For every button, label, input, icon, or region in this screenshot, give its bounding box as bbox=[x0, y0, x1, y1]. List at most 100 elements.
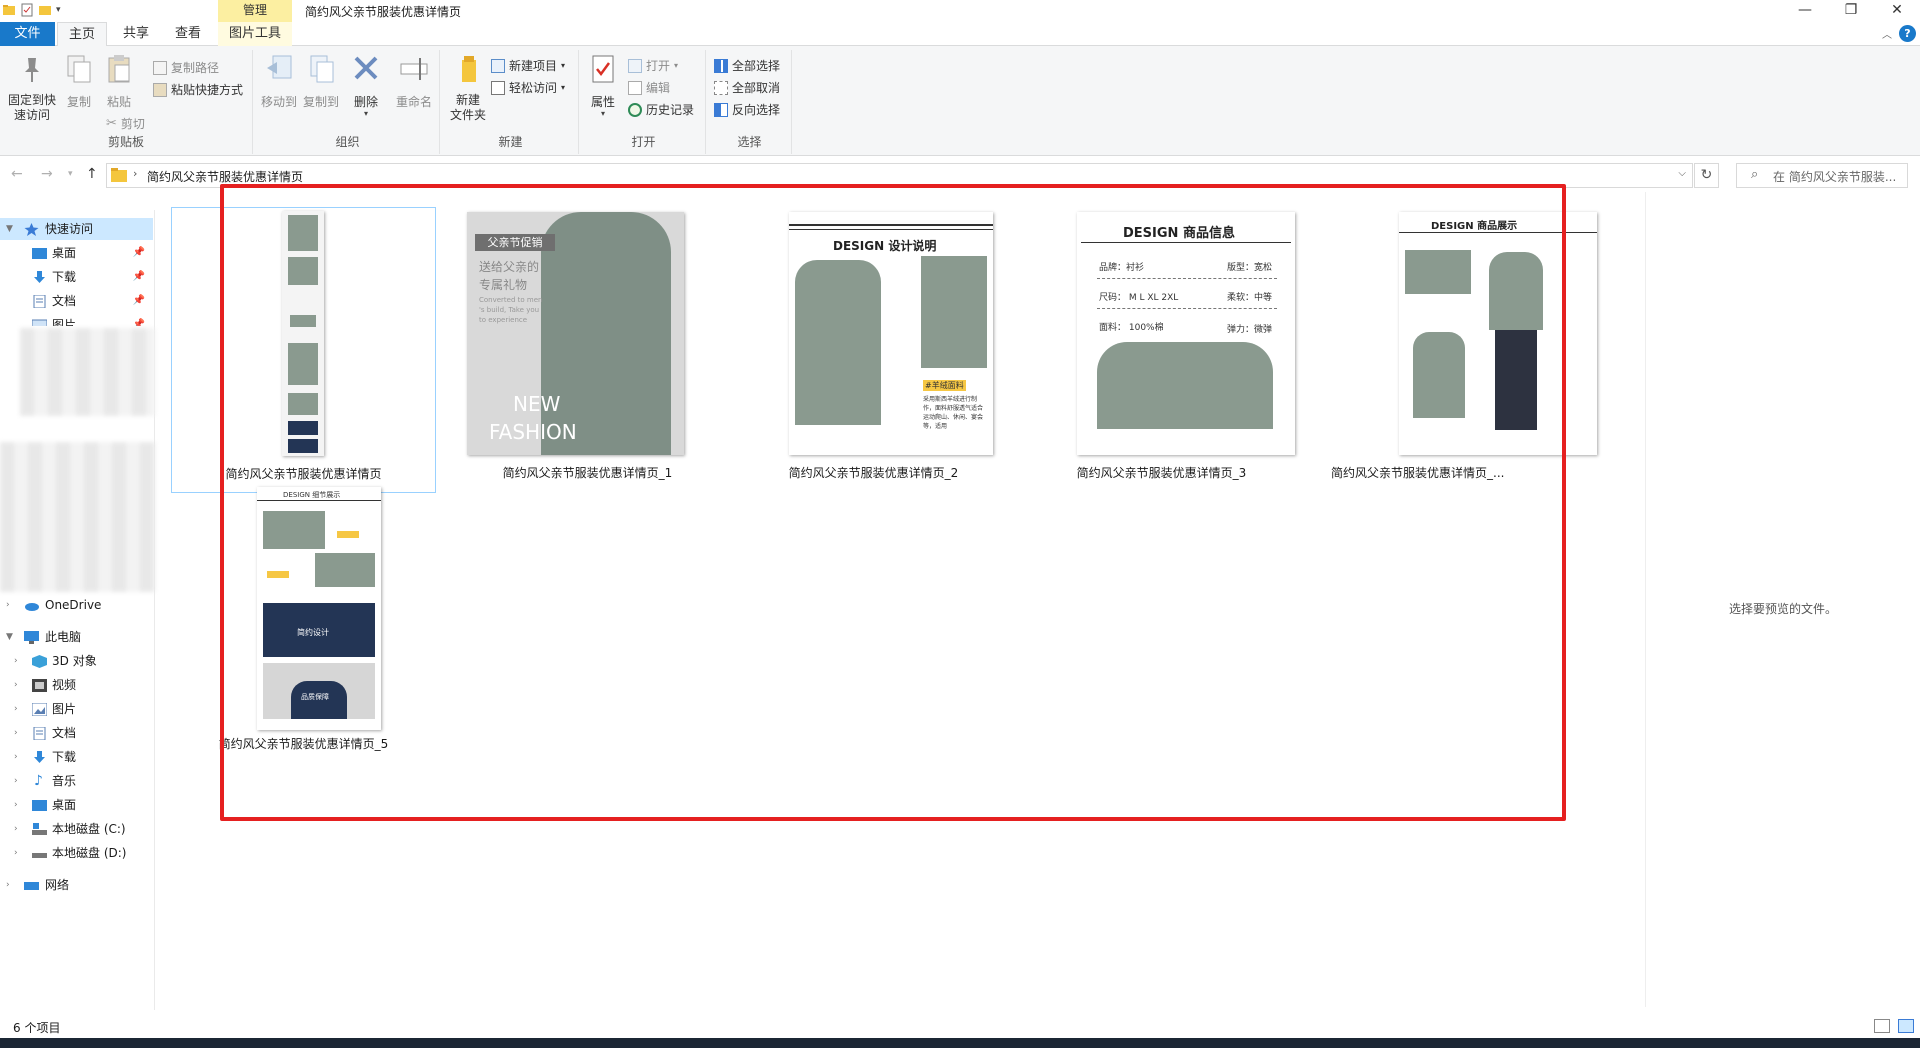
maximize-button[interactable]: ❐ bbox=[1828, 0, 1874, 22]
expand-chevron-icon[interactable]: › bbox=[14, 818, 18, 840]
file-item[interactable]: DESIGN 商品展示 简约风父亲节服装优惠详情页_... bbox=[1331, 207, 1597, 493]
nav-onedrive[interactable]: › OneDrive bbox=[0, 594, 153, 616]
pin-icon[interactable]: 📌 bbox=[133, 266, 145, 288]
expand-chevron-icon[interactable]: › bbox=[14, 674, 18, 696]
delete-button[interactable]: 删除 ▾ bbox=[350, 52, 382, 118]
select-all-button[interactable]: 全部选择 bbox=[714, 56, 780, 76]
new-item-button[interactable]: 新建项目 ▾ bbox=[491, 56, 565, 76]
easy-access-button[interactable]: 轻松访问 ▾ bbox=[491, 78, 565, 98]
nav-videos[interactable]: › 视频 bbox=[0, 674, 153, 696]
paste-shortcut-button[interactable]: 粘贴快捷方式 bbox=[153, 80, 243, 100]
back-arrow-icon[interactable]: ← bbox=[11, 166, 23, 182]
expand-chevron-icon[interactable]: › bbox=[6, 594, 10, 616]
address-history-chevron-icon[interactable]: ⌵ bbox=[1678, 168, 1686, 179]
open-group-label: 打开 bbox=[631, 135, 656, 149]
invert-selection-button[interactable]: 反向选择 bbox=[714, 100, 780, 120]
file-item[interactable]: DESIGN 设计说明 #羊绒面料 采用斯西羊绒进行制 作，面料舒服透气适合 运… bbox=[741, 207, 1006, 493]
tab-share[interactable]: 共享 bbox=[112, 22, 160, 46]
nav-desktop-label: 桌面 bbox=[52, 246, 77, 260]
collapse-ribbon-chevron-icon[interactable]: ︿ bbox=[1882, 26, 1892, 41]
expand-chevron-icon[interactable]: › bbox=[6, 874, 10, 896]
expand-chevron-icon[interactable]: › bbox=[14, 650, 18, 672]
easy-access-dropdown-chevron-icon[interactable]: ▾ bbox=[561, 78, 565, 98]
delete-dropdown-chevron-icon[interactable]: ▾ bbox=[350, 110, 382, 118]
thumb-shirt bbox=[263, 511, 325, 549]
expand-chevron-icon[interactable]: › bbox=[14, 842, 18, 864]
thumb-caption: DESIGN 细节展示 bbox=[283, 491, 341, 499]
breadcrumb-current-folder[interactable]: 简约风父亲节服装优惠详情页 bbox=[147, 168, 303, 185]
file-item[interactable]: DESIGN 商品信息 品牌：衬衫 版型：宽松 尺码： M L XL 2XL 柔… bbox=[1029, 207, 1295, 493]
tab-file[interactable]: 文件 bbox=[0, 22, 55, 46]
history-button[interactable]: 历史记录 bbox=[628, 100, 694, 120]
nav-3d-objects[interactable]: › 3D 对象 bbox=[0, 650, 153, 672]
nav-music[interactable]: › ♪ 音乐 bbox=[0, 770, 153, 792]
pin-icon[interactable]: 📌 bbox=[133, 290, 145, 312]
nav-desktop[interactable]: 桌面 📌 bbox=[0, 242, 153, 264]
nav-network[interactable]: › 网络 bbox=[0, 874, 153, 896]
rename-button[interactable]: 重命名 bbox=[394, 52, 434, 110]
file-item[interactable]: 父亲节促销 送给父亲的 专属礼物 Converted to men 's bui… bbox=[455, 207, 720, 493]
tab-view[interactable]: 查看 bbox=[164, 22, 212, 46]
nav-documents-pc[interactable]: › 文档 bbox=[0, 722, 153, 744]
pin-to-quick-access-button[interactable]: 固定到快 速访问 bbox=[4, 52, 60, 123]
up-arrow-icon[interactable]: ↑ bbox=[86, 166, 98, 182]
expand-chevron-icon[interactable]: › bbox=[14, 770, 18, 792]
expand-chevron-icon[interactable]: ▼ bbox=[6, 218, 13, 240]
open-dropdown-chevron-icon[interactable]: ▾ bbox=[674, 56, 678, 76]
minimize-button[interactable]: — bbox=[1782, 0, 1828, 22]
nav-quick-access[interactable]: ▼ 快速访问 bbox=[0, 218, 153, 240]
expand-chevron-icon[interactable]: › bbox=[14, 794, 18, 816]
expand-chevron-icon[interactable]: ▼ bbox=[6, 626, 13, 648]
paste-button[interactable]: 粘贴 bbox=[102, 52, 136, 110]
new-folder-icon[interactable] bbox=[38, 3, 52, 17]
desktop-icon bbox=[32, 800, 47, 811]
pin-icon[interactable]: 📌 bbox=[133, 314, 145, 326]
manage-context-tab[interactable]: 管理 bbox=[218, 0, 292, 22]
customize-qat-chevron-icon[interactable]: ▾ bbox=[56, 5, 61, 15]
nav-downloads-pc[interactable]: › 下载 bbox=[0, 746, 153, 768]
tab-home[interactable]: 主页 bbox=[57, 22, 107, 47]
properties-icon[interactable] bbox=[20, 3, 34, 17]
large-icons-view-icon[interactable] bbox=[1898, 1019, 1914, 1033]
close-button[interactable]: ✕ bbox=[1874, 0, 1920, 22]
pin-icon[interactable]: 📌 bbox=[133, 242, 145, 264]
cut-button[interactable]: ✂ 剪切 bbox=[106, 114, 145, 134]
file-item[interactable]: DESIGN 细节展示 简约设计 品质保障 简约风父亲节服装优惠详情页_5 bbox=[171, 486, 436, 772]
open-button[interactable]: 打开 ▾ bbox=[628, 56, 678, 76]
edit-button[interactable]: 编辑 bbox=[628, 78, 670, 98]
quick-access-toolbar: ▾ bbox=[2, 3, 61, 17]
new-item-dropdown-chevron-icon[interactable]: ▾ bbox=[561, 56, 565, 76]
tab-picture-tools[interactable]: 图片工具 bbox=[218, 22, 292, 46]
details-view-icon[interactable] bbox=[1874, 1019, 1890, 1033]
move-to-button[interactable]: 移动到 bbox=[260, 52, 298, 110]
open-icon bbox=[628, 59, 642, 73]
thumb-caption: 送给父亲的 bbox=[479, 260, 540, 274]
nav-quick-access-label: 快速访问 bbox=[45, 222, 94, 236]
nav-drive-d[interactable]: › 本地磁盘 (D:) bbox=[0, 842, 153, 864]
nav-downloads[interactable]: 下载 📌 bbox=[0, 266, 153, 288]
breadcrumb-separator-icon[interactable]: › bbox=[133, 167, 137, 180]
copy-button[interactable]: 复制 bbox=[62, 52, 96, 110]
expand-chevron-icon[interactable]: › bbox=[14, 722, 18, 744]
properties-dropdown-chevron-icon[interactable]: ▾ bbox=[586, 110, 620, 118]
nav-pictures[interactable]: 图片 📌 bbox=[0, 314, 153, 326]
select-none-button[interactable]: 全部取消 bbox=[714, 78, 780, 98]
nav-this-pc[interactable]: ▼ 此电脑 bbox=[0, 626, 153, 648]
forward-arrow-icon[interactable]: → bbox=[41, 166, 53, 182]
copy-path-button[interactable]: 复制路径 bbox=[153, 58, 219, 78]
search-box[interactable]: ⌕ 在 简约风父亲节服装... bbox=[1736, 163, 1908, 188]
nav-documents[interactable]: 文档 📌 bbox=[0, 290, 153, 312]
recent-locations-chevron-icon[interactable]: ▾ bbox=[68, 169, 73, 179]
nav-drive-c[interactable]: › 本地磁盘 (C:) bbox=[0, 818, 153, 840]
properties-button[interactable]: 属性 ▾ bbox=[586, 52, 620, 118]
nav-pictures-pc[interactable]: › 图片 bbox=[0, 698, 153, 720]
nav-desktop-pc[interactable]: › 桌面 bbox=[0, 794, 153, 816]
help-icon[interactable]: ? bbox=[1899, 25, 1916, 42]
address-bar[interactable]: › 简约风父亲节服装优惠详情页 ⌵ bbox=[106, 163, 1693, 188]
refresh-icon[interactable]: ↻ bbox=[1694, 163, 1719, 188]
expand-chevron-icon[interactable]: › bbox=[14, 698, 18, 720]
copy-to-button[interactable]: 复制到 bbox=[302, 52, 340, 110]
expand-chevron-icon[interactable]: › bbox=[14, 746, 18, 768]
file-item[interactable]: 简约风父亲节服装优惠详情页 bbox=[171, 207, 436, 493]
new-folder-button[interactable]: 新建 文件夹 bbox=[447, 52, 489, 123]
